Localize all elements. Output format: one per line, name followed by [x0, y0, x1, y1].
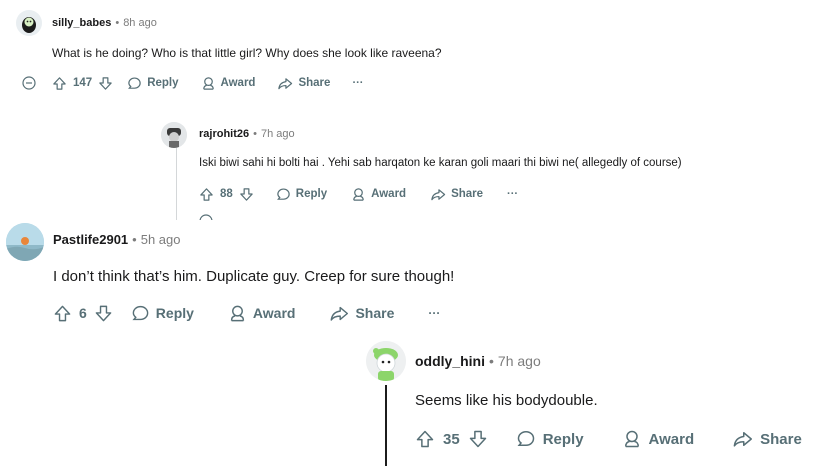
- share-button[interactable]: Share: [732, 429, 802, 449]
- share-button[interactable]: Share: [277, 76, 330, 91]
- share-label: Share: [355, 305, 395, 321]
- downvote-arrow-icon: [99, 76, 112, 90]
- comment-oddly-hini: oddly_hini • 7h ago Seems like his bodydou…: [0, 335, 830, 466]
- share-label: Share: [451, 188, 484, 200]
- share-arrow-icon: [331, 306, 349, 321]
- snoo-avatar-icon: [161, 122, 187, 148]
- award-button[interactable]: Award: [228, 304, 296, 323]
- avatar[interactable]: [6, 223, 44, 261]
- award-label: Award: [220, 77, 256, 89]
- share-button[interactable]: Share: [430, 187, 483, 202]
- reply-button[interactable]: Reply: [127, 76, 179, 91]
- comment-body: Iski biwi sahi hi bolti hai . Yehi sab h…: [199, 157, 682, 169]
- reply-label: Reply: [295, 188, 328, 200]
- award-icon: [624, 430, 639, 448]
- snoo-avatar-icon: [16, 10, 42, 36]
- more-options-button[interactable]: ···: [352, 77, 363, 89]
- downvote-button[interactable]: [94, 304, 113, 323]
- upvote-button[interactable]: [53, 304, 72, 323]
- downvote-arrow-icon: [95, 305, 112, 321]
- comment-body: I don’t think that’s him. Duplicate guy.…: [53, 268, 455, 285]
- award-icon: [202, 76, 214, 90]
- upvote-arrow-icon: [200, 187, 213, 201]
- timestamp[interactable]: 7h ago: [261, 128, 295, 140]
- downvote-arrow-icon: [240, 187, 253, 201]
- avatar[interactable]: [366, 341, 406, 381]
- upvote-arrow-icon: [54, 305, 71, 321]
- collapse-thread-button[interactable]: [22, 76, 36, 90]
- comment-body: Seems like his bodydouble.: [415, 392, 598, 409]
- separator-dot: •: [489, 353, 494, 369]
- vote-count: 88: [220, 188, 233, 200]
- speech-bubble-icon: [128, 76, 141, 89]
- upvote-button[interactable]: [199, 187, 214, 202]
- vote-count: 35: [443, 430, 460, 448]
- username-link[interactable]: silly_babes: [52, 17, 111, 29]
- separator-dot: •: [132, 232, 137, 247]
- reply-label: Reply: [542, 430, 584, 448]
- comment-pastlife2901: Pastlife2901 • 5h ago I don’t think that’s…: [0, 220, 830, 330]
- share-label: Share: [760, 430, 802, 448]
- avatar[interactable]: [161, 122, 187, 148]
- timestamp[interactable]: 5h ago: [141, 232, 181, 247]
- award-button[interactable]: Award: [622, 429, 695, 449]
- reply-button[interactable]: Reply: [131, 304, 194, 323]
- vote-count: 147: [73, 77, 93, 89]
- upvote-button[interactable]: [52, 76, 67, 91]
- action-bar: 6 Reply Award Share ···: [53, 303, 440, 323]
- comment-meta: Pastlife2901 • 5h ago: [53, 232, 181, 247]
- comment-rajrohit26: rajrohit26 • 7h ago Iski biwi sahi hi bolt…: [0, 110, 830, 210]
- comment-meta: rajrohit26 • 7h ago: [199, 128, 295, 140]
- reply-label: Reply: [147, 77, 179, 89]
- downvote-button[interactable]: [98, 76, 113, 91]
- award-icon: [353, 187, 364, 201]
- action-bar: 147 Reply Award Share ···: [22, 75, 363, 91]
- separator-dot: •: [115, 17, 120, 29]
- action-bar: 88 Reply Award Share ···: [199, 186, 518, 202]
- username-link[interactable]: oddly_hini: [415, 353, 485, 369]
- upvote-arrow-icon: [416, 430, 434, 448]
- share-arrow-icon: [278, 77, 293, 89]
- speech-bubble-icon: [517, 430, 534, 446]
- award-button[interactable]: Award: [201, 76, 256, 91]
- username-link[interactable]: rajrohit26: [199, 128, 249, 140]
- reply-button[interactable]: Reply: [276, 187, 327, 202]
- timestamp[interactable]: 7h ago: [498, 353, 541, 369]
- separator-dot: •: [253, 128, 257, 140]
- share-arrow-icon: [431, 188, 446, 200]
- speech-bubble-icon: [276, 187, 290, 200]
- comment-meta: silly_babes • 8h ago: [52, 17, 157, 29]
- avatar[interactable]: [16, 10, 42, 36]
- landscape-avatar-icon: [6, 223, 44, 261]
- more-options-button[interactable]: ···: [428, 306, 440, 320]
- comment-silly-babes: silly_babes • 8h ago What is he doing? Who…: [0, 0, 830, 100]
- more-options-button[interactable]: ···: [507, 188, 518, 200]
- downvote-button[interactable]: [239, 187, 254, 202]
- speech-bubble-icon: [132, 305, 149, 320]
- username-link[interactable]: Pastlife2901: [53, 232, 128, 247]
- share-button[interactable]: Share: [329, 304, 394, 323]
- vote-count: 6: [79, 305, 87, 321]
- collapse-circle-icon: [22, 76, 36, 90]
- downvote-button[interactable]: [468, 429, 488, 449]
- reply-label: Reply: [155, 305, 194, 321]
- share-arrow-icon: [733, 432, 753, 447]
- upvote-button[interactable]: [415, 429, 435, 449]
- comment-body: What is he doing? Who is that little gir…: [52, 46, 442, 60]
- award-label: Award: [252, 305, 296, 321]
- snoo-avatar-icon: [366, 341, 406, 381]
- downvote-arrow-icon: [469, 430, 486, 448]
- reply-button[interactable]: Reply: [516, 429, 584, 449]
- comment-meta: oddly_hini • 7h ago: [415, 353, 541, 369]
- award-icon: [230, 305, 245, 321]
- award-label: Award: [371, 188, 407, 200]
- award-label: Award: [648, 430, 695, 448]
- award-button[interactable]: Award: [351, 187, 406, 202]
- share-label: Share: [298, 77, 331, 89]
- timestamp[interactable]: 8h ago: [123, 17, 157, 29]
- action-bar: 35 Reply Award Share: [415, 429, 802, 449]
- upvote-arrow-icon: [53, 76, 66, 90]
